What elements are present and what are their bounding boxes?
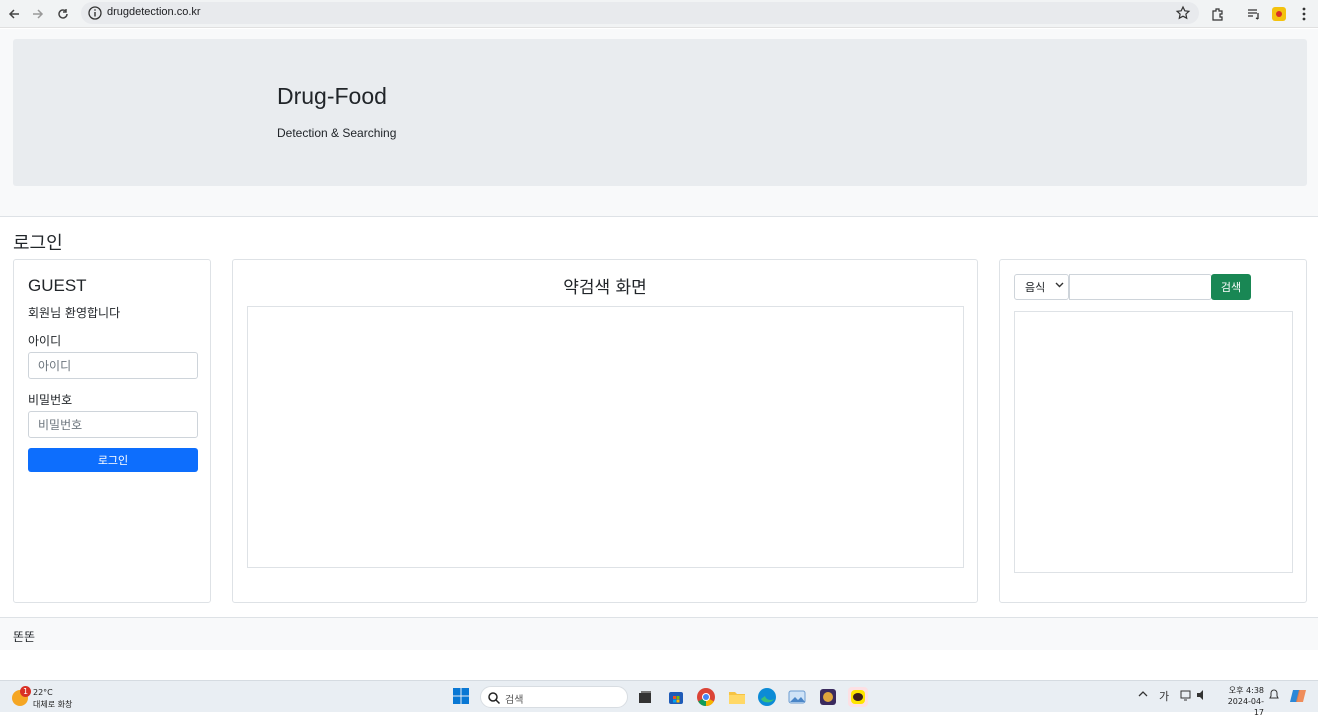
password-label: 비밀번호 [28,393,73,407]
login-card: GUEST 회원님 환영합니다 아이디 아이디 비밀번호 비밀번호 로그인 [13,259,211,603]
address-bar[interactable]: drugdetection.co.kr [81,2,1199,24]
header-band: Drug-Food Detection & Searching [0,29,1318,217]
category-select[interactable]: 음식 [1014,274,1069,300]
site-subtitle: Detection & Searching [277,126,397,140]
file-explorer-icon[interactable] [727,687,747,707]
back-icon[interactable] [4,4,24,24]
edge-icon[interactable] [757,687,777,707]
system-clock[interactable]: 오후 4:38 2024-04-17 [1218,685,1264,718]
weather-widget[interactable]: 1 22°C 대체로 화창 [12,686,82,710]
windows-start-icon[interactable] [452,687,472,707]
search-input[interactable] [1069,274,1212,300]
tray-overflow-icon[interactable] [1138,689,1148,702]
ime-indicator[interactable]: 가 [1159,688,1169,704]
store-icon[interactable] [666,687,686,707]
volume-icon[interactable] [1196,689,1208,704]
notification-icon[interactable] [1268,689,1280,704]
drug-search-title: 약검색 화면 [563,278,647,298]
extensions-icon[interactable] [1209,5,1227,23]
id-input[interactable]: 아이디 [28,352,198,379]
browser-toolbar: drugdetection.co.kr [0,0,1318,28]
game-app-icon[interactable] [818,687,838,707]
kakaotalk-icon[interactable] [848,687,868,707]
windows-taskbar: 1 22°C 대체로 화창 검색 가 오후 4:38 2024-04-17 [0,680,1318,717]
login-button[interactable]: 로그인 [28,448,198,472]
media-control-icon[interactable] [1245,5,1263,23]
profile-avatar-icon[interactable] [1270,5,1288,23]
jumbotron: Drug-Food Detection & Searching [13,39,1307,186]
bookmark-star-icon[interactable] [1175,5,1191,21]
weather-description: 대체로 화창 [33,700,73,709]
url-text: drugdetection.co.kr [107,6,201,18]
forward-icon[interactable] [28,4,48,24]
weather-temperature: 22°C [33,688,53,697]
notification-badge: 1 [20,686,31,697]
task-view-icon[interactable] [635,687,655,707]
footer: 똔똔 [0,617,1318,650]
reload-icon[interactable] [53,4,73,24]
user-name: GUEST [28,276,87,295]
welcome-text: 회원님 환영합니다 [28,306,121,320]
clock-time: 오후 4:38 [1228,686,1264,695]
menu-kebab-icon[interactable] [1295,5,1313,23]
drug-search-panel [247,306,964,568]
clock-date: 2024-04-17 [1227,697,1264,717]
search-icon [487,690,501,705]
category-select-value: 음식 [1025,281,1046,294]
search-results-panel [1014,311,1293,573]
site-title: Drug-Food [277,83,387,109]
section-heading: 로그인 [13,233,63,254]
copilot-icon[interactable] [1289,687,1309,707]
taskbar-search[interactable]: 검색 [480,686,628,708]
id-label: 아이디 [28,334,62,348]
chrome-icon[interactable] [696,687,716,707]
search-card: 음식 검색 [999,259,1307,603]
footer-text: 똔똔 [13,630,36,644]
taskbar-search-label: 검색 [505,695,524,706]
password-input[interactable]: 비밀번호 [28,411,198,438]
chevron-down-icon [1055,280,1064,292]
web-page: Drug-Food Detection & Searching 로그인 GUES… [0,29,1318,679]
site-info-icon[interactable] [87,5,103,21]
search-button[interactable]: 검색 [1211,274,1251,300]
drug-search-card: 약검색 화면 [232,259,978,603]
network-icon[interactable] [1180,689,1192,704]
photos-icon[interactable] [787,687,807,707]
